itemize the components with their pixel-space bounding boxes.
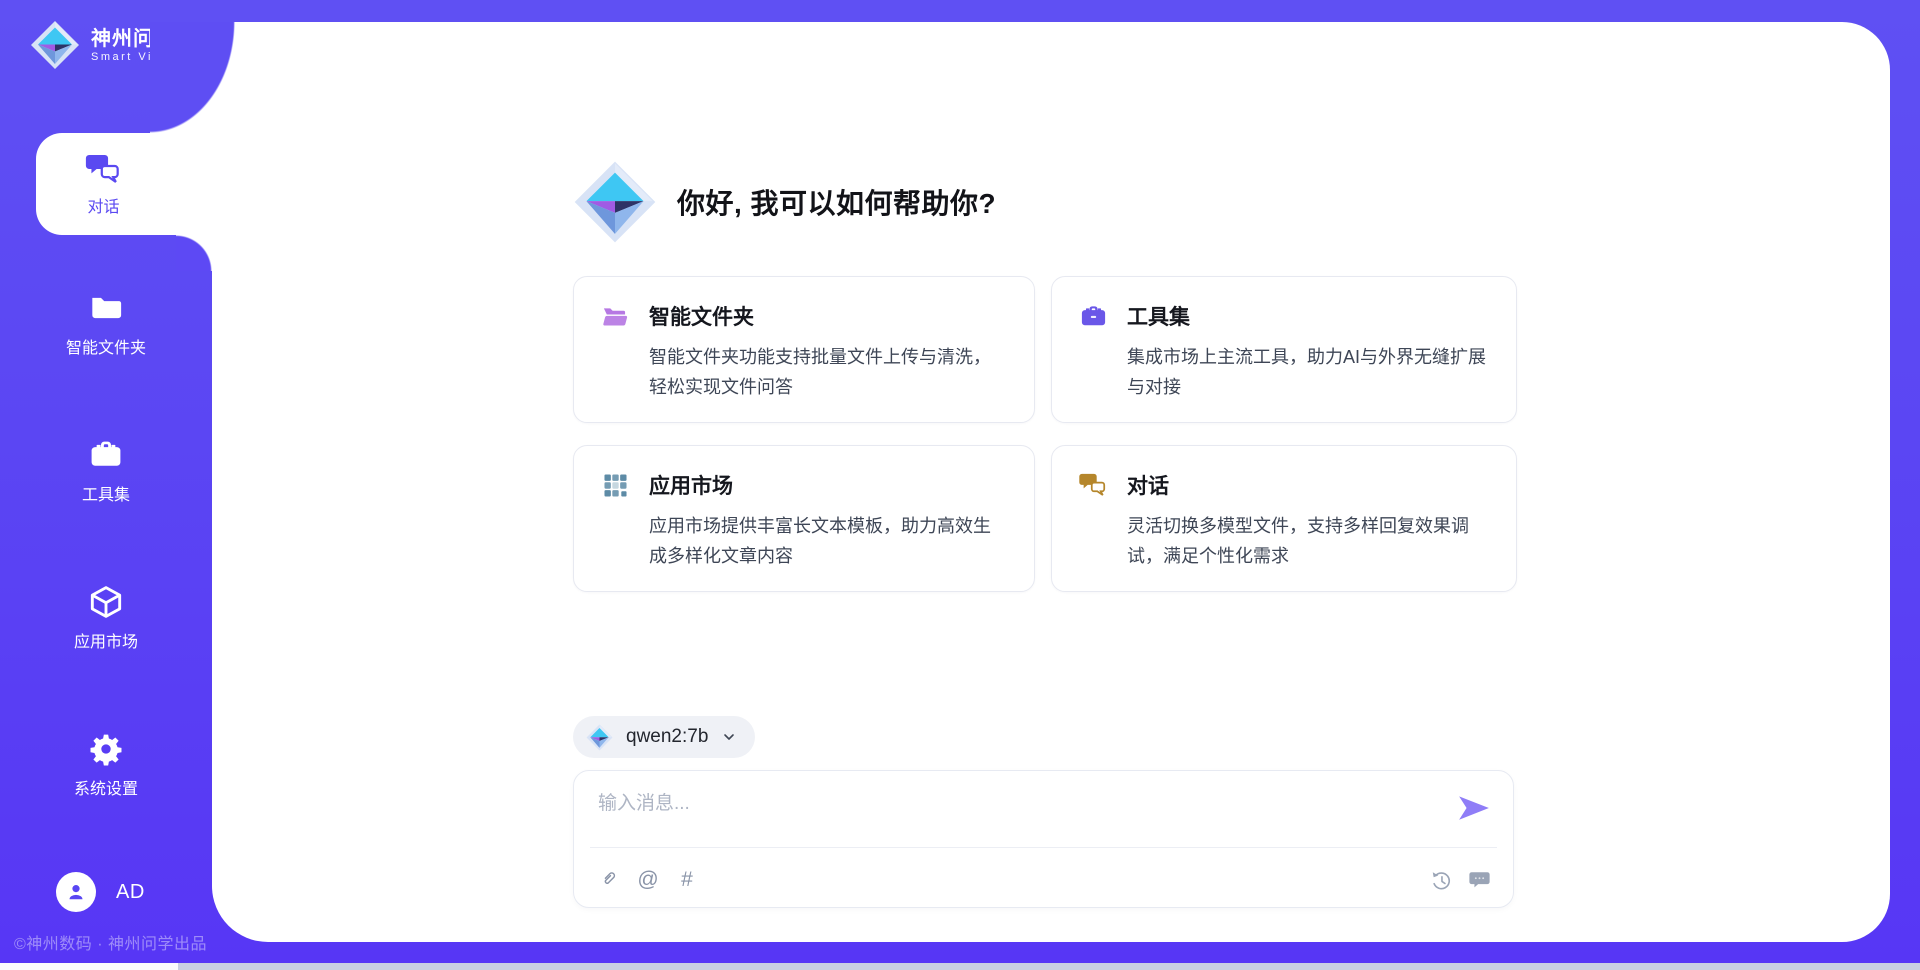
sidebar-item-label: 智能文件夹: [66, 334, 146, 358]
send-button[interactable]: [1457, 793, 1491, 823]
cube-icon: [87, 584, 125, 620]
person-icon: [64, 880, 88, 904]
briefcase-icon: [87, 437, 125, 473]
card-title: 工具集: [1127, 301, 1190, 331]
sidebar-item-label: 对话: [87, 193, 119, 217]
composer-right-tools: [1430, 869, 1491, 892]
model-gem-icon: [586, 724, 613, 751]
card-title: 智能文件夹: [649, 301, 754, 331]
sidebar-item-app-market[interactable]: 应用市场: [0, 584, 212, 652]
chevron-down-icon: [721, 729, 737, 745]
grid-cube-icon: [600, 471, 631, 500]
sidebar-item-chat[interactable]: 对话: [36, 133, 213, 235]
model-selector[interactable]: qwen2:7b: [573, 716, 755, 758]
brand-gem-icon: [30, 20, 80, 70]
card-toolset[interactable]: 工具集 集成市场上主流工具，助力AI与外界无缝扩展与对接: [1051, 276, 1517, 423]
at-sign-icon: @: [637, 868, 658, 892]
history-icon: [1430, 869, 1453, 892]
user-account[interactable]: AD: [56, 872, 145, 912]
card-description: 集成市场上主流工具，助力AI与外界无缝扩展与对接: [1127, 342, 1490, 402]
card-title: 应用市场: [649, 470, 733, 500]
history-button[interactable]: [1430, 869, 1453, 892]
sidebar-item-label: 系统设置: [74, 775, 138, 799]
folder-icon: [87, 290, 125, 326]
folder-open-icon: [600, 302, 631, 331]
horizontal-scrollbar[interactable]: [0, 963, 1920, 970]
gear-icon: [87, 731, 125, 767]
sidebar-item-label: 应用市场: [74, 628, 138, 652]
message-input[interactable]: [598, 787, 1418, 821]
mention-button[interactable]: @: [637, 868, 659, 892]
avatar: [56, 872, 96, 912]
card-app-market[interactable]: 应用市场 应用市场提供丰富长文本模板，助力高效生成多样化文章内容: [573, 445, 1035, 592]
chat-icon: [1078, 471, 1109, 500]
sidebar-item-smart-folder[interactable]: 智能文件夹: [0, 290, 212, 358]
feature-cards: 智能文件夹 智能文件夹功能支持批量文件上传与清洗，轻松实现文件问答: [573, 276, 1517, 592]
card-description: 应用市场提供丰富长文本模板，助力高效生成多样化文章内容: [649, 511, 1008, 571]
sidebar-item-toolset[interactable]: 工具集: [0, 437, 212, 505]
tab-connector-bottom: [176, 235, 212, 271]
user-name: AD: [116, 881, 145, 904]
message-composer: @ #: [573, 770, 1514, 908]
composer-divider: [590, 847, 1497, 848]
model-name: qwen2:7b: [626, 726, 708, 748]
scrollbar-thumb[interactable]: [178, 963, 1920, 970]
tab-connector-top: [150, 22, 235, 133]
greeting-title: 你好, 我可以如何帮助你?: [677, 182, 996, 222]
feedback-button[interactable]: [1468, 869, 1491, 892]
attachment-button[interactable]: [598, 868, 620, 892]
card-chat[interactable]: 对话 灵活切换多模型文件，支持多样回复效果调试，满足个性化需求: [1051, 445, 1517, 592]
paperclip-icon: [600, 869, 618, 891]
card-description: 灵活切换多模型文件，支持多样回复效果调试，满足个性化需求: [1127, 511, 1490, 571]
sidebar-item-settings[interactable]: 系统设置: [0, 731, 212, 799]
main-panel: 你好, 我可以如何帮助你? 智能文件夹 智能文件夹功能支持批量文件上传与清洗，轻…: [212, 22, 1890, 942]
copyright-footer: ©神州数码 · 神州问学出品: [14, 930, 207, 954]
send-icon: [1457, 793, 1491, 823]
composer-toolbar: @ #: [598, 868, 698, 892]
chat-icon: [85, 152, 123, 186]
brand-gem-icon: [573, 160, 657, 244]
card-description: 智能文件夹功能支持批量文件上传与清洗，轻松实现文件问答: [649, 342, 1008, 402]
sidebar-item-label: 工具集: [82, 481, 130, 505]
app-root: 你好, 我可以如何帮助你? 智能文件夹 智能文件夹功能支持批量文件上传与清洗，轻…: [0, 0, 1920, 970]
comment-icon: [1468, 869, 1491, 892]
card-smart-folder[interactable]: 智能文件夹 智能文件夹功能支持批量文件上传与清洗，轻松实现文件问答: [573, 276, 1035, 423]
topic-button[interactable]: #: [676, 868, 698, 892]
hash-icon: #: [681, 868, 693, 892]
briefcase-icon: [1078, 302, 1109, 331]
card-title: 对话: [1127, 470, 1169, 500]
greeting-block: 你好, 我可以如何帮助你?: [573, 160, 996, 244]
